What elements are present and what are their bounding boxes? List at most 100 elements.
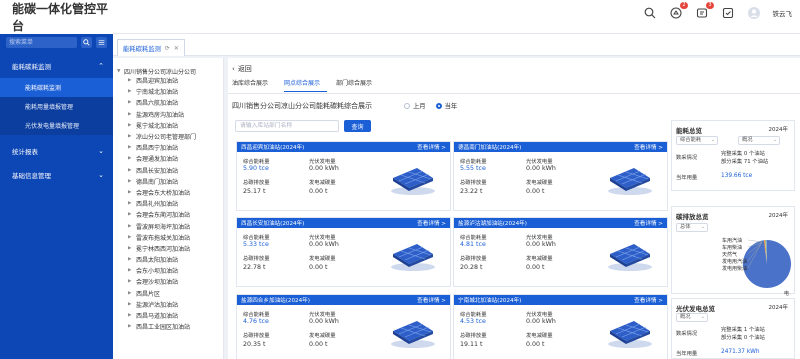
menu-item-energy-report[interactable]: 能耗用量填报管理 [0, 97, 113, 116]
menu-group-reports[interactable]: 统计报表 ⌄ [0, 139, 113, 163]
caret-right-icon[interactable]: ▶ [128, 145, 133, 150]
carbon-scope-select[interactable]: 总体 ⌄ [676, 223, 708, 232]
caret-right-icon[interactable]: ▶ [128, 179, 133, 184]
solar-panel-icon [391, 244, 435, 271]
tab-depot-overview[interactable]: 油库综合展示 [232, 78, 275, 92]
radio-this-year[interactable]: 当年 [435, 101, 457, 110]
caret-right-icon[interactable]: ▶ [128, 134, 133, 139]
view-details-link[interactable]: 查看详情 > [417, 143, 446, 151]
pie-label: 发电用柴油 [722, 265, 747, 272]
tree-item[interactable]: ▶ 西昌长安加油站 [113, 165, 223, 176]
view-details-link[interactable]: 查看详情 > [417, 296, 446, 304]
message-button[interactable]: 3 [696, 2, 714, 19]
tree-item[interactable]: ▶ 西昌六航加油站 [113, 97, 223, 108]
caret-right-icon[interactable]: ▶ [128, 123, 133, 128]
caret-down-icon[interactable]: ▼ [117, 69, 122, 74]
tree-item[interactable]: ▶ 会理通发加油站 [113, 153, 223, 164]
tab-department-overview[interactable]: 部门综合展示 [336, 78, 379, 92]
menu-collapse-button[interactable] [96, 37, 107, 48]
caret-right-icon[interactable]: ▶ [128, 212, 133, 217]
view-details-link[interactable]: 查看详情 > [417, 219, 446, 227]
tree-item[interactable]: ▶ 西昌礼州加油站 [113, 198, 223, 209]
view-details-link[interactable]: 查看详情 > [634, 143, 663, 151]
caret-right-icon[interactable]: ▶ [128, 190, 133, 195]
sidebar-menu: 能耗碳耗监测 ⌃ 能耗碳耗监测 能耗用量填报管理 光伏发电量填报管理 统计报表 … [0, 54, 113, 187]
notification-button[interactable]: 2 [670, 2, 688, 19]
energy-view-select[interactable]: 概况 ⌄ [738, 136, 780, 145]
menu-search-button[interactable] [81, 37, 92, 48]
notification-badge: 2 [680, 2, 688, 9]
caret-right-icon[interactable]: ▶ [128, 201, 133, 206]
refresh-icon[interactable]: ⟳ [165, 45, 170, 52]
caret-right-icon[interactable]: ▶ [128, 324, 133, 329]
solar-panel [604, 164, 654, 198]
close-icon[interactable]: ✕ [174, 45, 179, 52]
tree-item[interactable]: ▶ 西昌工业园区加油站 [113, 321, 223, 332]
station-card: 盐源泸沽湖加油站(2024年) 查看详情 > 综合能耗量 4.81 tce 光伏发电量 0… [453, 217, 668, 287]
station-search-input[interactable]: 请输入库站部门名称 [235, 120, 339, 132]
tree-item[interactable]: ▶ 会理沙坝加油站 [113, 276, 223, 287]
tree-item[interactable]: ▶ 冕宁林西西河加油站 [113, 243, 223, 254]
caret-right-icon[interactable]: ▶ [128, 78, 133, 83]
station-card: 盐源四合乡加油站(2024年) 查看详情 > 综合能耗量 4.76 tce 光伏发电量 0… [236, 294, 451, 359]
tree-item[interactable]: ▶ 会理会东蔺河加油站 [113, 209, 223, 220]
back-button[interactable]: ‹ 返回 [232, 64, 252, 74]
tree-item[interactable]: ▶ 会东小坝加油站 [113, 265, 223, 276]
caret-right-icon[interactable]: ▶ [128, 279, 133, 284]
tree-item[interactable]: ▶ 冕宁城北加油站 [113, 120, 223, 131]
user-name[interactable]: 铁云飞 [773, 8, 793, 18]
caret-right-icon[interactable]: ▶ [128, 246, 133, 251]
caret-right-icon[interactable]: ▶ [128, 268, 133, 273]
view-details-link[interactable]: 查看详情 > [634, 219, 663, 227]
energy-type-select[interactable]: 综合能耗 ⌄ [676, 136, 718, 145]
tree-item[interactable]: ▶ 西昌迎宾加油站 [113, 75, 223, 86]
avatar[interactable] [747, 6, 760, 19]
pv-carbon-value: 0.00 t [526, 264, 545, 271]
tree-item[interactable]: ▶ 西昌马道加油站 [113, 310, 223, 321]
caret-right-icon[interactable]: ▶ [128, 257, 133, 262]
menu-search-input[interactable]: 搜索菜单 [6, 37, 77, 48]
tree-item[interactable]: ▶ 雷波布拖城关加油站 [113, 232, 223, 243]
tree-item[interactable]: ▶ 西昌太阳加油站 [113, 254, 223, 265]
tree-item[interactable]: ▶ 盐源泸沽加油站 [113, 299, 223, 310]
tree-item[interactable]: ▶ 德昌南门加油站 [113, 176, 223, 187]
caret-right-icon[interactable]: ▶ [128, 313, 133, 318]
menu-group-basic-info[interactable]: 基础信息管理 ⌄ [0, 163, 113, 187]
tree-item-label: 会理通发加油站 [136, 156, 179, 164]
fullscreen-button[interactable] [722, 6, 735, 19]
caret-right-icon[interactable]: ▶ [128, 100, 133, 105]
menu-group-energy[interactable]: 能耗碳耗监测 ⌃ [0, 54, 113, 78]
caret-right-icon[interactable]: ▶ [128, 224, 133, 229]
tree-item[interactable]: ▶ 盐源鸡房沟加油站 [113, 109, 223, 120]
menu-item-pv-report[interactable]: 光伏发电量填报管理 [0, 116, 113, 135]
collect-full: 完整采集 1 个油站 [721, 327, 765, 333]
tree-item[interactable]: ▶ 西昌西宁加油站 [113, 142, 223, 153]
view-details-link[interactable]: 查看详情 > [634, 296, 663, 304]
caret-right-icon[interactable]: ▶ [128, 168, 133, 173]
query-button[interactable]: 查询 [344, 120, 371, 132]
chevron-down-icon: ⌄ [98, 147, 104, 155]
caret-right-icon[interactable]: ▶ [128, 112, 133, 117]
tab-station-overview[interactable]: 网点综合展示 [284, 78, 328, 92]
search-icon [644, 7, 656, 18]
pv-carbon-value: 0.00 t [309, 264, 328, 271]
tree-item[interactable]: ▶ 西昌片区 [113, 288, 223, 299]
metric-label: 综合能耗量 [243, 312, 270, 318]
caret-right-icon[interactable]: ▶ [128, 302, 133, 307]
pv-value: 0.00 kWh [309, 318, 339, 325]
caret-right-icon[interactable]: ▶ [128, 235, 133, 240]
caret-right-icon[interactable]: ▶ [128, 156, 133, 161]
tree-item[interactable]: ▶ 宁南城北加油站 [113, 86, 223, 97]
tree-item[interactable]: ▶ 雷波屏坝海坪加油站 [113, 220, 223, 231]
pv-value: 0.00 kWh [526, 165, 556, 172]
tab-energy-monitor[interactable]: 能耗碳耗监测 ⟳ ✕ [117, 39, 185, 56]
caret-right-icon[interactable]: ▶ [128, 89, 133, 94]
pv-view-select[interactable]: 概况 ⌄ [676, 313, 708, 322]
menu-item-energy-monitor[interactable]: 能耗碳耗监测 [0, 78, 113, 97]
caret-right-icon[interactable]: ▶ [128, 291, 133, 296]
search-button[interactable] [644, 6, 657, 19]
radio-last-month[interactable]: 上月 [404, 101, 426, 110]
tree-item[interactable]: ▶ 会理会东大桥加油站 [113, 187, 223, 198]
tree-root[interactable]: ▼ 四川销售分公司凉山分公司 [113, 58, 223, 76]
tree-item[interactable]: ▶ 凉山分公司老管理部门 [113, 131, 223, 142]
